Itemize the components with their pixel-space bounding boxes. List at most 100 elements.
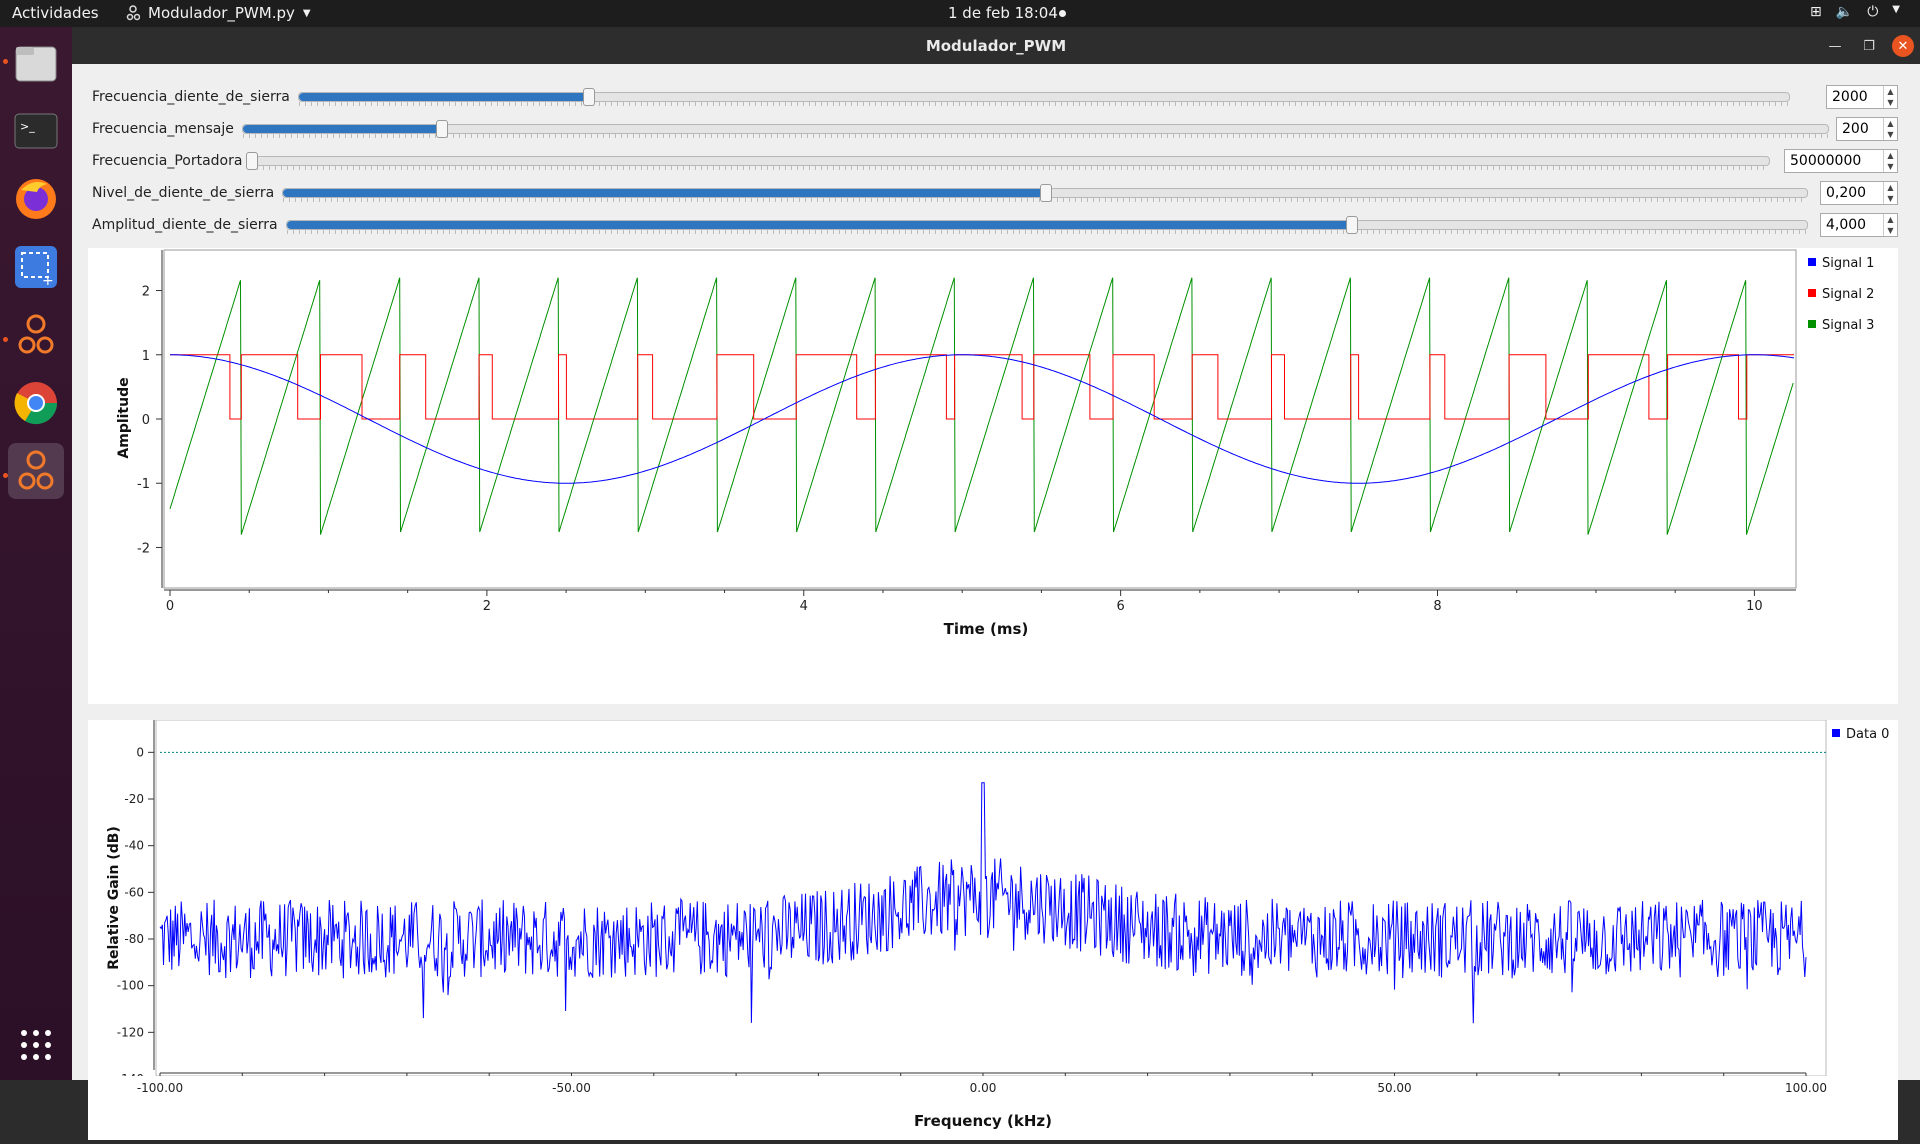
slider-label: Frecuencia_mensaje (92, 121, 234, 137)
slider-label: Frecuencia_Portadora (92, 153, 243, 169)
time-xtick-label: 0 (166, 599, 174, 614)
chevron-down-icon: ▼ (1892, 4, 1900, 15)
legend-label: Data 0 (1846, 727, 1889, 742)
time-ytick-label: 0 (142, 413, 150, 428)
apps-grid-icon[interactable] (8, 1017, 64, 1073)
spinbox-frecuencia-mensaje[interactable]: 200 ▲ ▼ (1836, 117, 1898, 141)
spin-arrows-icon[interactable]: ▲ ▼ (1883, 182, 1897, 204)
spinbox-value: 200 (1842, 121, 1869, 137)
spinbox-amplitud-diente-de-sierra[interactable]: 4,000 ▲ ▼ (1820, 213, 1898, 237)
freq-ytick-label: -80 (124, 932, 144, 946)
svg-text:+: + (42, 273, 54, 289)
slider-row-nivel-de-diente-de-sierra: Nivel_de_diente_de_sierra (92, 181, 1809, 205)
time-xtick-label: 6 (1116, 599, 1124, 614)
freq-ytick-label: -60 (124, 885, 144, 899)
svg-text:>_: >_ (20, 120, 35, 133)
slider-frecuencia-portadora[interactable] (246, 152, 1771, 170)
legend-label: Signal 1 (1822, 256, 1874, 271)
top-bar: Actividades Modulador_PWM.py ▼ 1 de feb … (0, 0, 1920, 27)
app-menu-label: Modulador_PWM.py (148, 4, 295, 22)
files-icon[interactable] (8, 35, 64, 91)
freq-xtick-label: 100.00 (1785, 1081, 1827, 1095)
slider-handle[interactable] (1345, 216, 1358, 234)
time-ytick-label: 2 (142, 285, 150, 300)
slider-label: Frecuencia_diente_de_sierra (92, 89, 290, 105)
gnuradio-active-icon[interactable] (8, 443, 64, 499)
spin-arrows-icon[interactable]: ▲ ▼ (1883, 118, 1897, 140)
time-ytick-label: -2 (137, 541, 150, 556)
slider-handle[interactable] (1040, 184, 1053, 202)
legend-swatch (1808, 320, 1816, 328)
freq-x-axis-svg: -100.00 -50.00 0.00 50.00 100.00 Frequency (… (137, 1081, 1827, 1130)
time-xlabel: Time (ms) (944, 620, 1029, 638)
freq-xtick-label: 0.00 (970, 1081, 997, 1095)
time-xtick-label: 2 (483, 599, 491, 614)
freq-xlabel: Frequency (kHz) (914, 1112, 1052, 1130)
freq-xtick-label: 50.00 (1377, 1081, 1411, 1095)
slider-frecuencia-mensaje[interactable] (241, 120, 1829, 138)
spinbox-frecuencia-diente-de-sierra[interactable]: 2000 ▲ ▼ (1826, 85, 1898, 109)
notification-dot-icon (1059, 10, 1066, 17)
freq-ytick-label: 0 (136, 745, 144, 759)
slider-amplitud-diente-de-sierra[interactable] (285, 216, 1808, 234)
time-ytick-label: 1 (142, 349, 150, 364)
slider-handle[interactable] (582, 88, 595, 106)
time-xtick-label: 4 (800, 599, 808, 614)
screenshot-icon[interactable]: + (8, 239, 64, 295)
restore-button[interactable]: ❐ (1858, 35, 1880, 57)
freq-ytick-label: -20 (124, 792, 144, 806)
terminal-icon[interactable]: >_ (8, 103, 64, 159)
app-menu[interactable]: Modulador_PWM.py ▼ (126, 4, 311, 22)
dock: >_ + (0, 27, 72, 1080)
spin-arrows-icon[interactable]: ▲ ▼ (1883, 86, 1897, 108)
spinbox-value: 50000000 (1790, 153, 1862, 169)
time-xtick-label: 8 (1433, 599, 1441, 614)
legend-swatch (1832, 729, 1840, 737)
freq-plot[interactable]: 0-20-40-60-80-100-120-140 Relative Gain … (88, 719, 1898, 1140)
slider-row-frecuencia-diente-de-sierra: Frecuencia_diente_de_sierra (92, 85, 1790, 109)
firefox-icon[interactable] (8, 171, 64, 227)
spin-arrows-icon[interactable]: ▲ ▼ (1883, 214, 1897, 236)
spinbox-nivel-de-diente-de-sierra[interactable]: 0,200 ▲ ▼ (1820, 181, 1898, 205)
time-plot-svg[interactable]: 210-1-20 2 4 6 8 10 Amplitude Time (ms) Signa… (88, 248, 1898, 704)
spin-arrows-icon[interactable]: ▲ ▼ (1883, 150, 1897, 172)
legend-label: Signal 2 (1822, 287, 1874, 302)
slider-row-frecuencia-mensaje: Frecuencia_mensaje (92, 117, 1829, 141)
slider-frecuencia-diente-de-sierra[interactable] (297, 88, 1790, 106)
time-plot[interactable]: 2 1 0 -1 -2 0 2 4 6 8 10 Amplitude Time (ms) Signa… (88, 248, 1898, 704)
slider-label: Nivel_de_diente_de_sierra (92, 185, 275, 201)
slider-handle[interactable] (435, 120, 448, 138)
slider-handle[interactable] (246, 152, 259, 170)
freq-ylabel: Relative Gain (dB) (106, 826, 122, 970)
close-button[interactable]: ✕ (1892, 35, 1914, 57)
system-tray[interactable]: ⊞ 🔈 ⏻ ▼ (1810, 4, 1900, 20)
spinbox-value: 0,200 (1826, 185, 1867, 201)
freq-xtick-label: -100.00 (137, 1081, 183, 1095)
freq-xtick-label: -50.00 (552, 1081, 591, 1095)
spinbox-frecuencia-portadora[interactable]: 50000000 ▲ ▼ (1784, 149, 1898, 173)
freq-ytick-label: -40 (124, 839, 144, 853)
app-content: Frecuencia_diente_de_sierra 2000 ▲ ▼ Frec… (72, 64, 1920, 1140)
slider-nivel-de-diente-de-sierra[interactable] (282, 184, 1809, 202)
chevron-down-icon: ▼ (302, 7, 311, 19)
legend-swatch (1808, 289, 1816, 297)
freq-ytick-label: -120 (117, 1025, 144, 1039)
network-icon: ⊞ (1810, 4, 1822, 20)
spinbox-value: 4,000 (1826, 217, 1867, 233)
power-icon: ⏻ (1867, 4, 1879, 20)
activities-button[interactable]: Actividades (12, 4, 99, 22)
minimize-button[interactable]: — (1824, 35, 1846, 57)
freq-x-axis-area: -100.00 -50.00 0.00 50.00 100.00 Frequency (… (88, 1076, 1898, 1140)
volume-icon: 🔈 (1835, 4, 1854, 20)
spinbox-value: 2000 (1832, 89, 1868, 105)
chrome-icon[interactable] (8, 375, 64, 431)
window-titlebar[interactable]: Modulador_PWM — ❐ ✕ (72, 27, 1920, 64)
slider-row-amplitud-diente-de-sierra: Amplitud_diente_de_sierra (92, 213, 1808, 237)
time-ytick-label: -1 (137, 477, 150, 492)
time-ylabel: Amplitude (116, 377, 132, 458)
clock[interactable]: 1 de feb 18:04 (948, 4, 1058, 22)
slider-row-frecuencia-portadora: Frecuencia_Portadora (92, 149, 1771, 173)
freq-plot-svg[interactable]: 0-20-40-60-80-100-120-140 Relative Gain … (88, 719, 1898, 1086)
slider-label: Amplitud_diente_de_sierra (92, 217, 278, 233)
gnuradio-icon[interactable] (8, 307, 64, 363)
